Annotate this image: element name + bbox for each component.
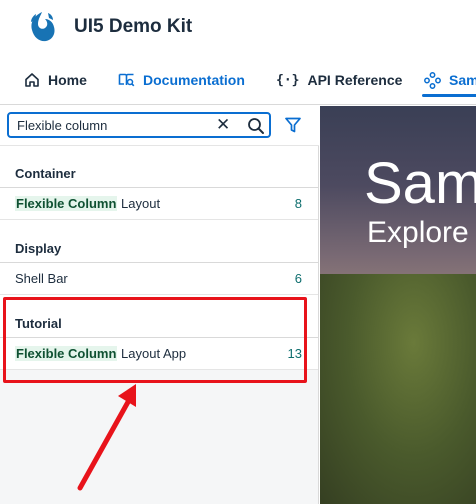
group-header-display: Display (0, 220, 318, 263)
search-toolbar: Flexible column ✕ (0, 106, 319, 146)
close-icon[interactable]: ✕ (216, 116, 230, 133)
list-item[interactable]: Shell Bar 6 (0, 263, 318, 295)
item-count: 8 (294, 196, 302, 211)
active-tab-indicator (422, 94, 476, 97)
tab-samples[interactable]: Sam (424, 62, 476, 98)
app-title: UI5 Demo Kit (74, 16, 193, 37)
api-icon: {·} (276, 72, 300, 88)
hero-title: Sam (364, 151, 476, 216)
shell-header: UI5 Demo Kit Home Documentation {·} API … (0, 0, 476, 105)
filter-icon[interactable] (284, 116, 302, 134)
tab-label: Home (48, 72, 87, 88)
top-nav-tabs: Home Documentation {·} API Reference Sam (0, 62, 476, 104)
hero-banner: Sam Explore (320, 106, 476, 504)
list-item[interactable]: Flexible Column Layout 8 (0, 188, 318, 220)
tab-label: Documentation (143, 72, 245, 88)
annotation-arrow (77, 384, 136, 491)
group-header-container: Container (0, 146, 318, 188)
tab-label: API Reference (307, 72, 403, 88)
annotation-highlight-box (3, 297, 307, 383)
hero-subtitle: Explore (367, 216, 469, 249)
samples-icon (424, 71, 441, 89)
item-label: Shell Bar (15, 271, 68, 286)
search-value[interactable]: Flexible column (17, 118, 107, 133)
item-label: Layout (117, 196, 161, 211)
item-count: 6 (294, 271, 302, 286)
tab-documentation[interactable]: Documentation (118, 62, 245, 98)
documentation-icon (118, 73, 135, 87)
tab-home[interactable]: Home (24, 62, 87, 98)
tab-label: Sam (449, 72, 476, 88)
hero-landscape (320, 274, 476, 504)
match-highlight: Flexible Column (15, 196, 118, 211)
tab-api-reference[interactable]: {·} API Reference (276, 62, 402, 98)
search-icon[interactable] (247, 117, 265, 135)
search-input[interactable]: Flexible column ✕ (7, 112, 271, 138)
home-icon (25, 73, 39, 87)
ui5-logo[interactable] (26, 10, 58, 44)
